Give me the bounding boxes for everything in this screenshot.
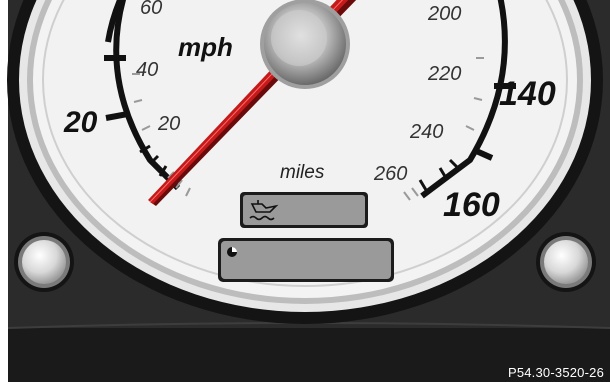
unit-mph-label: mph: [178, 32, 233, 62]
unit-miles-label: miles: [280, 162, 325, 183]
mph-label-20: 20: [63, 106, 98, 139]
kmh-label-200: 200: [427, 3, 461, 25]
left-knob-button[interactable]: [14, 232, 74, 292]
mph-label-160: 160: [443, 186, 500, 224]
oil-level-display: [240, 192, 368, 228]
kmh-label-20: 20: [157, 113, 180, 135]
right-knob-button[interactable]: [536, 232, 596, 292]
kmh-label-260: 260: [373, 163, 407, 185]
clock-display: [218, 238, 394, 282]
kmh-label-60: 60: [140, 0, 162, 19]
clock-icon: [227, 247, 237, 257]
needle-hub: [260, 0, 350, 89]
figure-caption: P54.30-3520-26: [507, 365, 604, 380]
kmh-label-40: 40: [136, 59, 158, 81]
kmh-label-240: 240: [409, 121, 443, 143]
mph-label-140: 140: [499, 75, 556, 113]
kmh-label-220: 220: [427, 63, 461, 85]
